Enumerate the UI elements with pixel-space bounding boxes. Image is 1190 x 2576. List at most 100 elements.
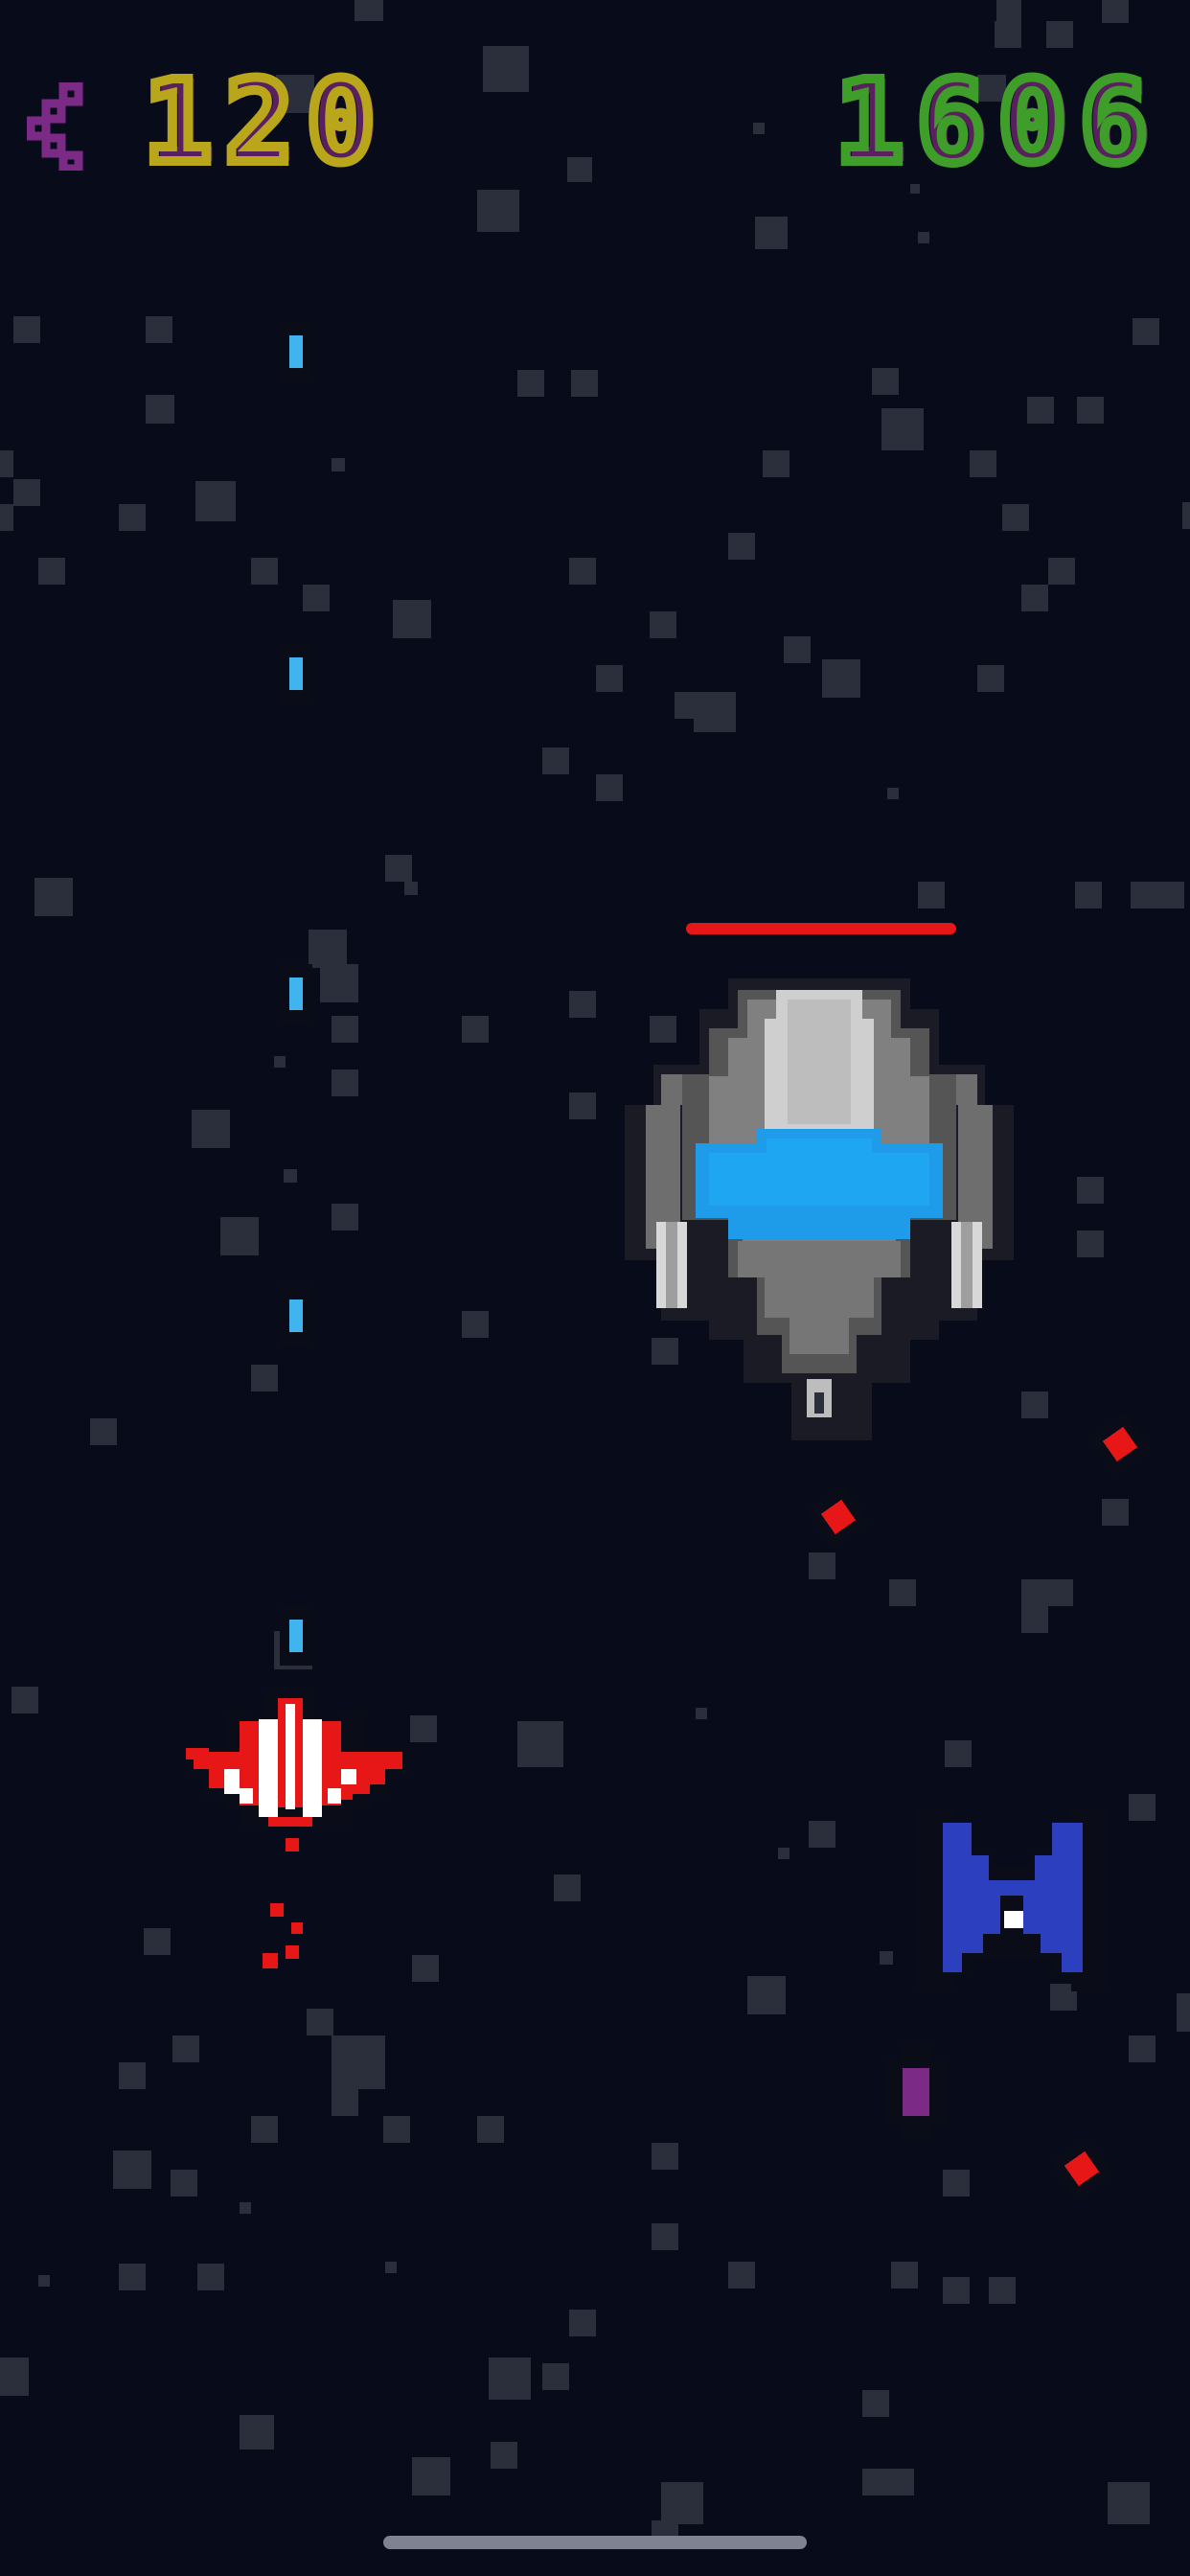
player-laser bbox=[280, 644, 312, 703]
enemy-mine-icon bbox=[1088, 1413, 1152, 1476]
star-particle bbox=[146, 316, 172, 343]
star-particle bbox=[90, 1418, 117, 1445]
star-particle bbox=[1077, 397, 1104, 424]
star-particle bbox=[569, 558, 596, 585]
star-particle bbox=[303, 585, 330, 611]
star-particle bbox=[385, 855, 412, 882]
star-particle bbox=[977, 665, 1004, 692]
star-particle bbox=[887, 788, 899, 799]
star-particle bbox=[809, 1821, 835, 1848]
star-particle bbox=[1108, 2482, 1150, 2524]
star-particle bbox=[119, 2062, 146, 2089]
star-particle bbox=[119, 2264, 146, 2290]
star-particle bbox=[220, 1217, 259, 1255]
star-particle bbox=[172, 2036, 199, 2062]
star-particle bbox=[569, 991, 596, 1018]
star-particle bbox=[477, 2116, 504, 2143]
star-particle bbox=[332, 458, 345, 472]
star-particle bbox=[1027, 397, 1054, 424]
star-particle bbox=[144, 1928, 171, 1955]
star-particle bbox=[489, 2358, 531, 2400]
star-particle bbox=[383, 2116, 410, 2143]
star-particle bbox=[661, 2482, 703, 2524]
star-particle bbox=[113, 2150, 151, 2189]
star-particle bbox=[542, 2363, 569, 2390]
star-particle bbox=[784, 636, 811, 663]
star-particle bbox=[1002, 504, 1029, 531]
star-particle bbox=[596, 665, 623, 692]
star-particle bbox=[862, 2390, 889, 2417]
star-particle bbox=[251, 558, 278, 585]
star-particle bbox=[1133, 318, 1159, 345]
star-particle bbox=[1077, 1230, 1104, 1257]
boss-health-bar bbox=[686, 923, 956, 934]
star-particle bbox=[462, 1311, 489, 1338]
star-particle bbox=[320, 964, 358, 1002]
star-particle bbox=[943, 2277, 970, 2304]
star-particle bbox=[385, 2262, 397, 2273]
star-particle bbox=[1077, 1177, 1104, 1204]
star-particle bbox=[195, 481, 236, 521]
star-particle bbox=[355, 0, 383, 21]
star-particle bbox=[483, 46, 529, 92]
star-particle bbox=[1131, 882, 1184, 908]
timer-readout: 120 bbox=[139, 56, 389, 188]
star-particle bbox=[728, 533, 755, 560]
star-particle bbox=[1075, 882, 1102, 908]
star-particle bbox=[694, 692, 736, 732]
star-particle bbox=[332, 1016, 358, 1043]
star-particle bbox=[809, 1552, 835, 1579]
boss-health-fill bbox=[686, 923, 956, 934]
star-particle bbox=[1102, 1499, 1129, 1526]
star-particle bbox=[696, 1708, 707, 1719]
star-particle bbox=[0, 450, 13, 477]
star-particle bbox=[881, 408, 924, 450]
star-particle bbox=[1021, 585, 1048, 611]
star-particle bbox=[1021, 1606, 1048, 1633]
player-laser bbox=[280, 964, 312, 1024]
star-particle bbox=[1046, 21, 1073, 48]
star-particle bbox=[1048, 558, 1075, 585]
star-particle bbox=[596, 774, 623, 801]
player-laser bbox=[280, 1286, 312, 1346]
star-particle bbox=[393, 600, 431, 638]
star-particle bbox=[872, 368, 899, 395]
star-particle bbox=[11, 1687, 38, 1714]
star-particle bbox=[650, 611, 676, 638]
star-particle bbox=[945, 1740, 972, 1767]
purple-shot-icon bbox=[885, 2045, 947, 2137]
star-particle bbox=[728, 2262, 755, 2288]
star-particle bbox=[38, 558, 65, 585]
star-particle bbox=[778, 1848, 790, 1859]
star-particle bbox=[880, 1951, 893, 1965]
star-particle bbox=[477, 190, 519, 232]
star-particle bbox=[995, 21, 1021, 48]
star-particle bbox=[240, 2202, 251, 2214]
star-particle bbox=[753, 123, 765, 134]
star-particle bbox=[412, 1955, 439, 1982]
star-particle bbox=[554, 1874, 581, 1901]
star-particle bbox=[332, 1204, 358, 1230]
star-particle bbox=[284, 1169, 297, 1183]
star-particle bbox=[763, 450, 790, 477]
star-particle bbox=[1021, 1579, 1073, 1606]
star-particle bbox=[652, 2143, 678, 2170]
star-particle bbox=[569, 2310, 596, 2336]
star-particle bbox=[996, 0, 1021, 21]
star-particle bbox=[274, 1056, 286, 1068]
star-particle bbox=[1177, 1993, 1190, 2032]
enemy-mine-icon bbox=[807, 1485, 870, 1549]
star-particle bbox=[171, 2170, 197, 2196]
player-laser bbox=[280, 1606, 312, 1666]
star-particle bbox=[1129, 1794, 1156, 1821]
star-particle bbox=[307, 2009, 333, 2036]
home-indicator[interactable] bbox=[383, 2536, 807, 2549]
star-particle bbox=[862, 2469, 914, 2496]
star-particle bbox=[491, 2442, 517, 2469]
chevron-left-icon[interactable] bbox=[27, 82, 84, 171]
star-particle bbox=[192, 1110, 230, 1148]
engine-exhaust bbox=[263, 1838, 303, 1968]
star-particle bbox=[943, 2170, 970, 2196]
star-particle bbox=[309, 930, 347, 968]
star-particle bbox=[332, 1070, 358, 1096]
